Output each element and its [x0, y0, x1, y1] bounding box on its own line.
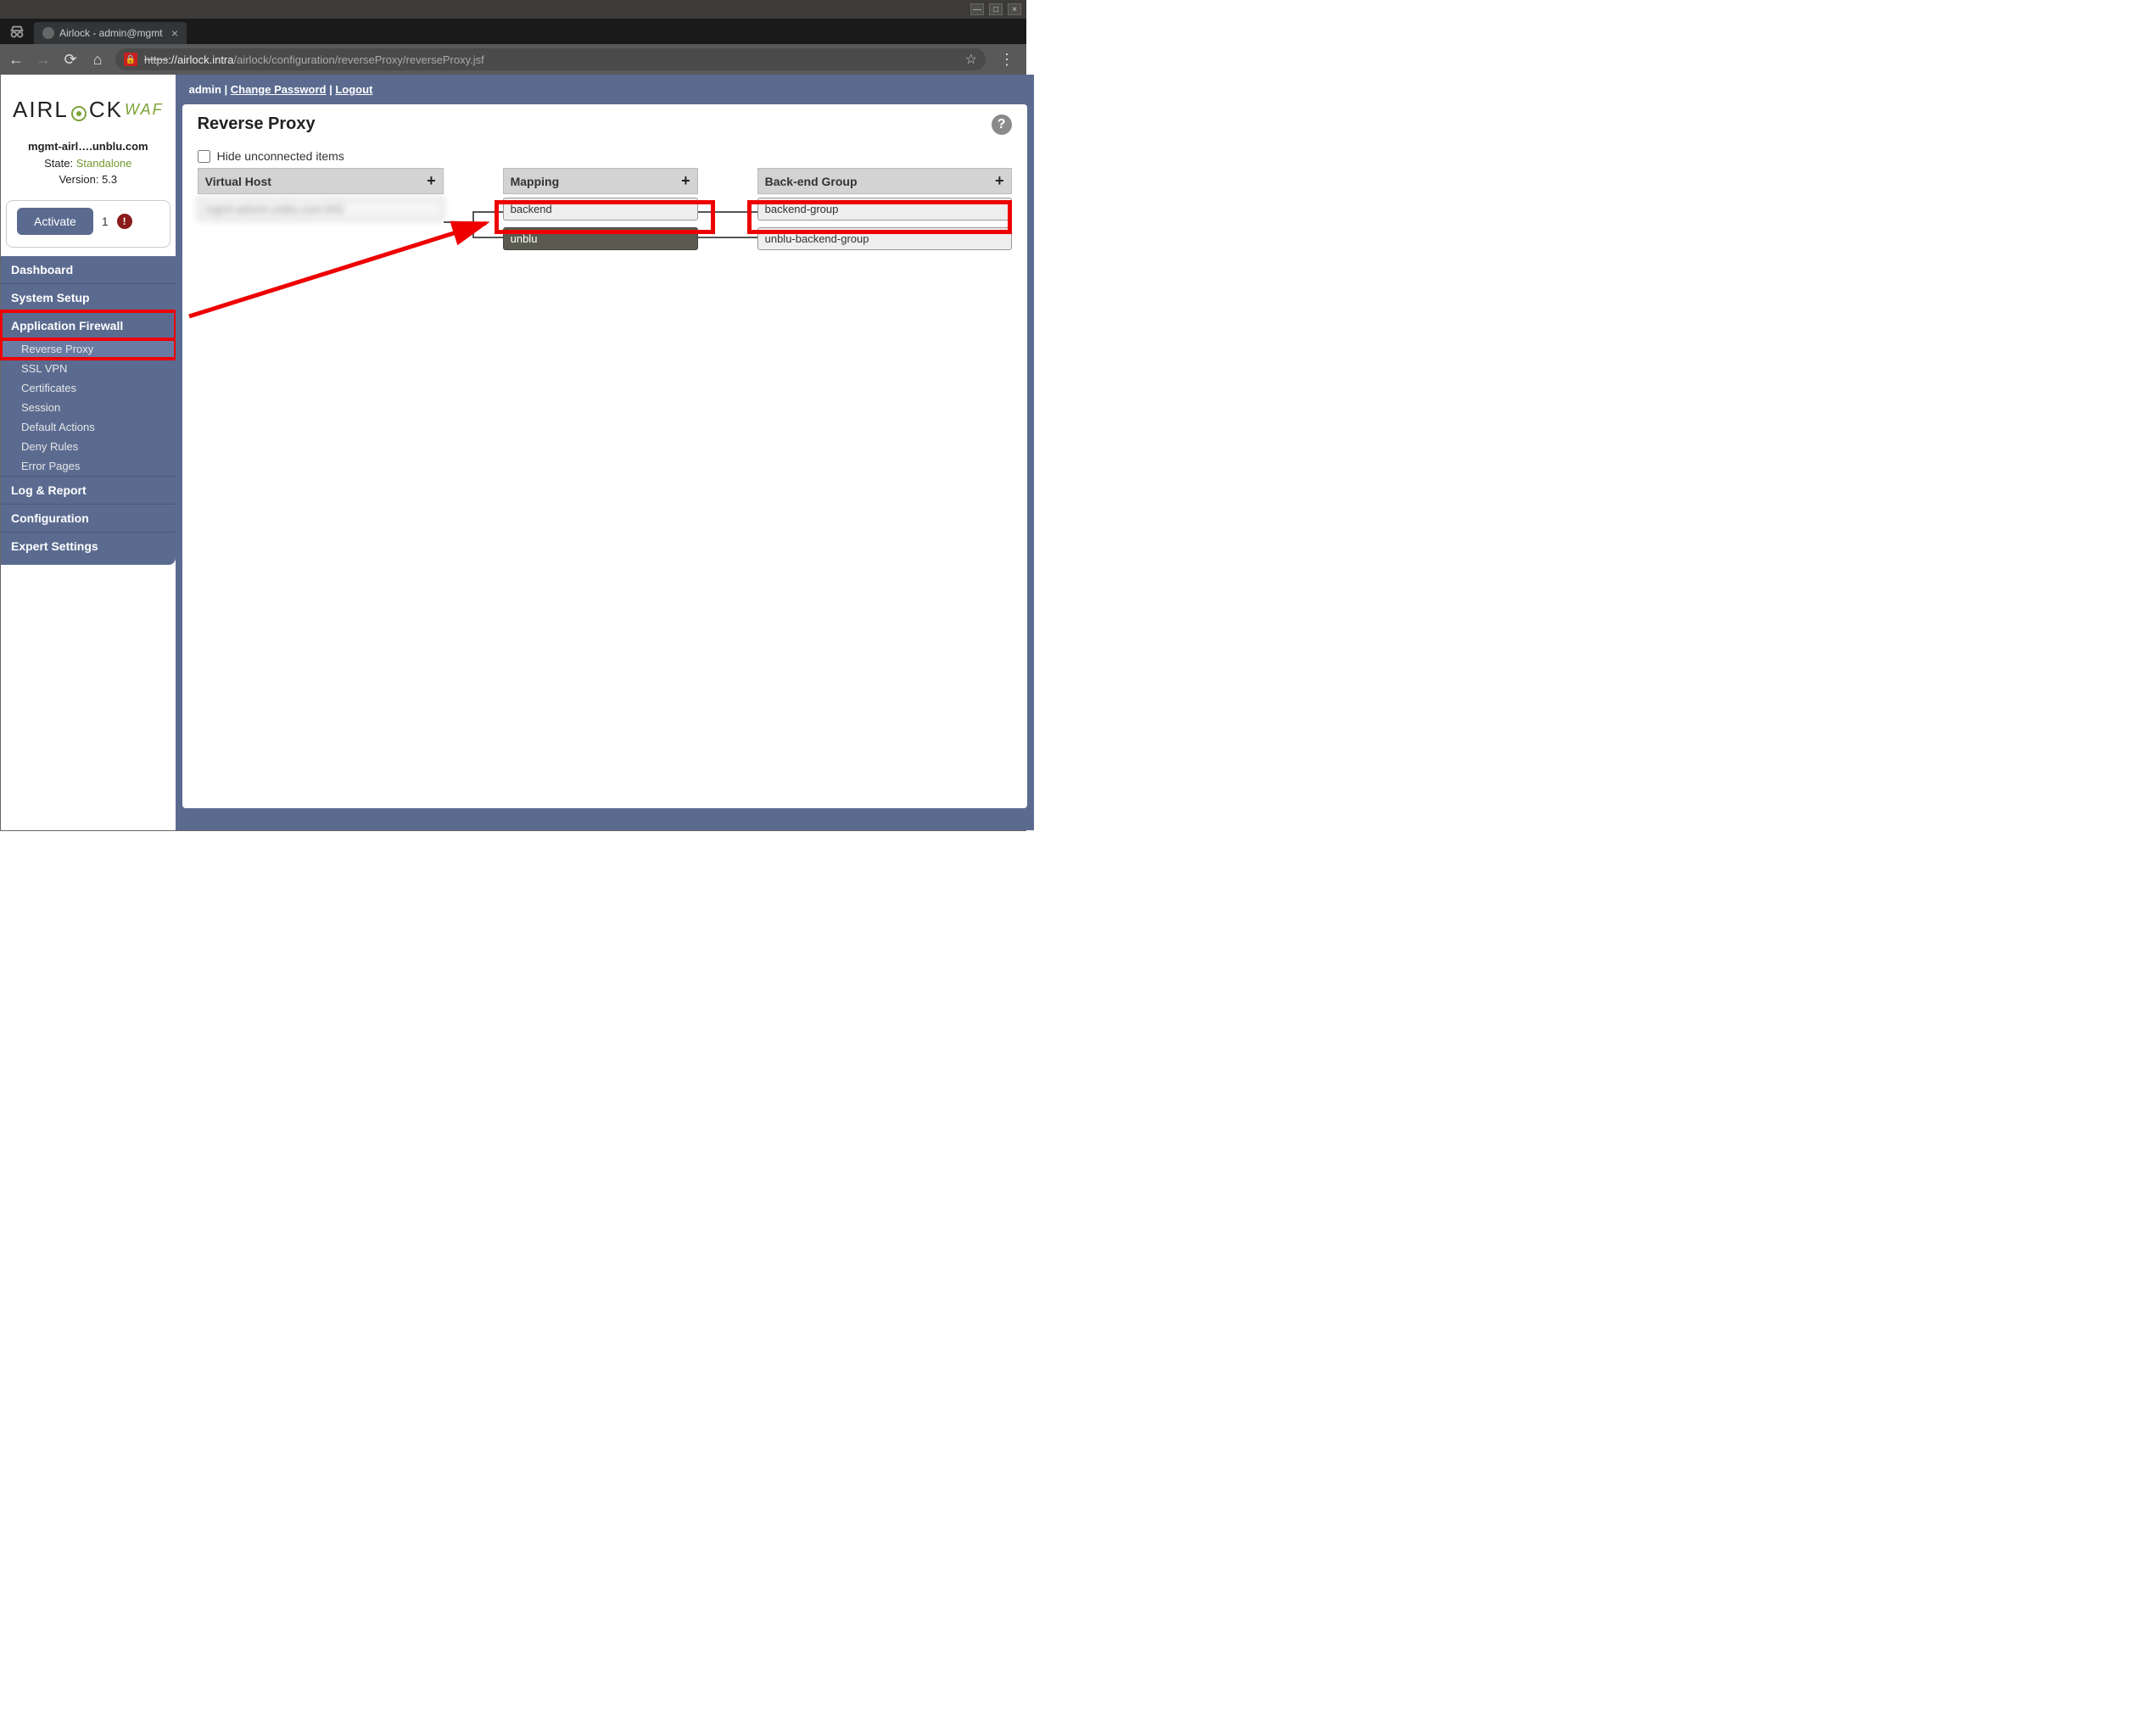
host-name: mgmt-airl….unblu.com	[28, 140, 148, 153]
window-minimize-button[interactable]: —	[970, 3, 984, 15]
mapping-item-unblu[interactable]: unblu	[503, 227, 698, 250]
add-virtual-host-button[interactable]: +	[427, 172, 436, 190]
nav-home-button[interactable]: ⌂	[88, 51, 107, 69]
nav-configuration[interactable]: Configuration	[1, 504, 176, 532]
backend-group-item-unblu[interactable]: unblu-backend-group	[757, 227, 1012, 250]
col-header-backend-group: Back-end Group +	[757, 168, 1012, 194]
col-header-mapping-label: Mapping	[511, 175, 560, 188]
host-state-label: State:	[44, 157, 73, 170]
titlebar: — □ ×	[0, 0, 1026, 19]
help-icon[interactable]: ?	[992, 114, 1012, 135]
host-info: mgmt-airl….unblu.com State: Standalone V…	[1, 131, 176, 200]
page-title: Reverse Proxy	[198, 114, 1012, 134]
mapping-item-backend[interactable]: backend	[503, 198, 698, 220]
logo-text-post: CK	[89, 97, 123, 123]
logo-suffix: WAF	[125, 101, 164, 119]
admin-bar: admin | Change Password | Logout	[176, 75, 1034, 104]
nav-reload-button[interactable]: ⟳	[61, 51, 80, 69]
col-header-virtual-host-label: Virtual Host	[205, 175, 271, 188]
reverse-proxy-layout: Virtual Host + Mapping + Back-end Group	[198, 168, 1012, 250]
nav-back-button[interactable]: ←	[7, 51, 25, 69]
add-mapping-button[interactable]: +	[681, 172, 690, 190]
sidebar: AIRL CK WAF mgmt-airl….unblu.com State: …	[1, 75, 176, 830]
browser-toolbar: ← → ⟳ ⌂ 🔒 https://airlock.intra/airlock/…	[0, 44, 1026, 75]
nav-error-pages[interactable]: Error Pages	[1, 456, 176, 476]
tab-title: Airlock - admin@mgmt	[59, 27, 163, 39]
virtual-host-item[interactable]: mgmt-airlock.unblu.com:443	[198, 198, 444, 220]
bookmark-star-icon[interactable]: ☆	[965, 51, 977, 68]
warning-icon[interactable]: !	[117, 214, 132, 229]
nav-deny-rules[interactable]: Deny Rules	[1, 437, 176, 456]
activate-count: 1	[102, 215, 109, 228]
nav-log-report[interactable]: Log & Report	[1, 476, 176, 504]
host-state-value: Standalone	[76, 157, 132, 170]
nav-forward-button: →	[34, 51, 53, 69]
nav-session[interactable]: Session	[1, 398, 176, 417]
page-content: AIRL CK WAF mgmt-airl….unblu.com State: …	[0, 75, 1026, 831]
browser-tab[interactable]: Airlock - admin@mgmt ×	[34, 22, 187, 44]
nav-default-actions[interactable]: Default Actions	[1, 417, 176, 437]
logo-o-icon	[70, 102, 87, 119]
sidebar-nav: Dashboard System Setup Application Firew…	[1, 256, 176, 565]
add-backend-group-button[interactable]: +	[995, 172, 1004, 190]
admin-user: admin	[189, 83, 221, 96]
nav-application-firewall[interactable]: Application Firewall	[1, 311, 176, 339]
host-version-label: Version:	[59, 173, 98, 186]
activate-bar: Activate 1 !	[6, 200, 170, 248]
hide-unconnected-label: Hide unconnected items	[217, 149, 344, 163]
nav-ssl-vpn[interactable]: SSL VPN	[1, 359, 176, 378]
main: admin | Change Password | Logout ? Rever…	[176, 75, 1034, 830]
url-text: https://airlock.intra/airlock/configurat…	[144, 53, 484, 66]
browser-menu-button[interactable]: ⋮	[994, 51, 1020, 69]
host-version-value: 5.3	[102, 173, 117, 186]
tab-favicon-icon	[42, 27, 54, 39]
window-close-button[interactable]: ×	[1008, 3, 1021, 15]
nav-reverse-proxy[interactable]: Reverse Proxy	[1, 339, 176, 359]
tab-close-icon[interactable]: ×	[171, 26, 178, 40]
activate-button[interactable]: Activate	[17, 208, 93, 235]
insecure-lock-icon[interactable]: 🔒	[124, 53, 137, 66]
nav-dashboard[interactable]: Dashboard	[1, 256, 176, 283]
col-header-virtual-host: Virtual Host +	[198, 168, 444, 194]
address-bar[interactable]: 🔒 https://airlock.intra/airlock/configur…	[115, 48, 986, 70]
nav-expert-settings[interactable]: Expert Settings	[1, 532, 176, 560]
logo: AIRL CK WAF	[1, 75, 176, 131]
browser-tabstrip: Airlock - admin@mgmt ×	[0, 19, 1026, 44]
col-header-mapping: Mapping +	[503, 168, 698, 194]
nav-system-setup[interactable]: System Setup	[1, 283, 176, 311]
incognito-icon	[5, 20, 29, 44]
logo-text-pre: AIRL	[13, 97, 69, 123]
logout-link[interactable]: Logout	[335, 83, 372, 96]
panel: ? Reverse Proxy Hide unconnected items V…	[182, 104, 1027, 808]
window-maximize-button[interactable]: □	[989, 3, 1003, 15]
col-header-backend-group-label: Back-end Group	[765, 175, 858, 188]
change-password-link[interactable]: Change Password	[231, 83, 327, 96]
backend-group-item-backend[interactable]: backend-group	[757, 198, 1012, 220]
hide-unconnected-checkbox[interactable]	[198, 150, 210, 163]
nav-certificates[interactable]: Certificates	[1, 378, 176, 398]
